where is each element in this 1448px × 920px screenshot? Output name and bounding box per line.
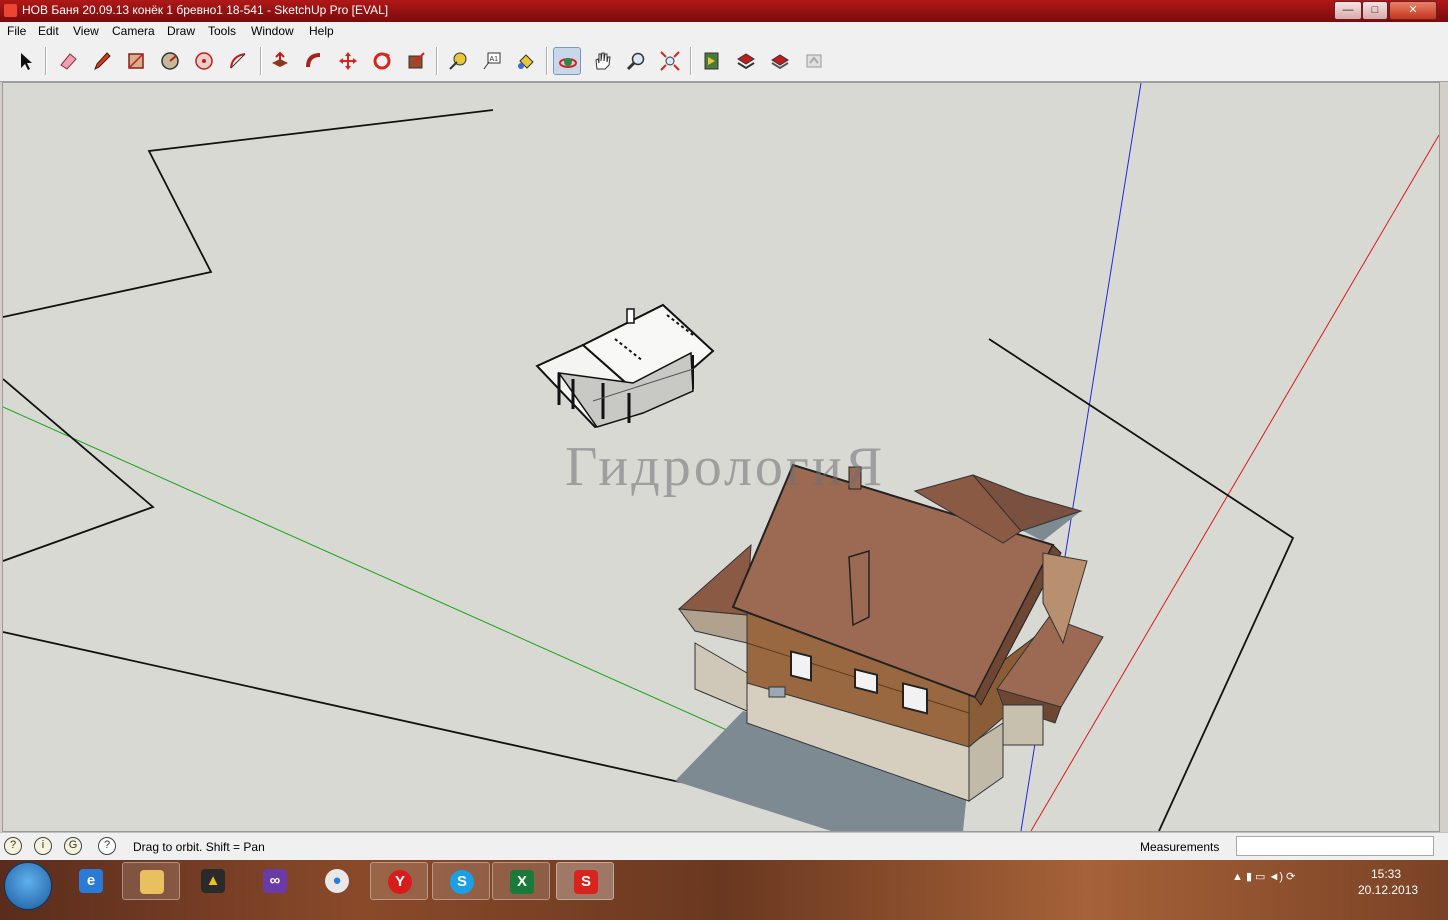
skype-icon[interactable]: S: [432, 862, 490, 900]
model-viewport[interactable]: ГидрологиЯ: [2, 82, 1440, 832]
watermark-logo: ГидрологиЯ: [565, 436, 886, 498]
chrome-icon[interactable]: ●: [308, 862, 366, 900]
polygon-tool-icon[interactable]: [224, 47, 252, 75]
scale-tool-icon[interactable]: [402, 47, 430, 75]
text-tool-icon[interactable]: A1: [478, 47, 506, 75]
select-tool-icon[interactable]: [12, 47, 40, 75]
boundary-line-left: [3, 378, 155, 562]
share-model-icon[interactable]: [800, 47, 828, 75]
pan-tool-icon[interactable]: [588, 47, 616, 75]
menu-file[interactable]: File: [7, 24, 26, 38]
menu-bar: File Edit View Camera Draw Tools Window …: [0, 22, 1448, 41]
maximize-button[interactable]: □: [1362, 1, 1388, 20]
zoom-tool-icon[interactable]: [622, 47, 650, 75]
help-icon[interactable]: ?: [98, 837, 116, 855]
clock[interactable]: 15:33 20.12.2013: [1358, 866, 1419, 898]
minimize-button[interactable]: —: [1334, 1, 1362, 20]
previous-view-icon[interactable]: [698, 47, 726, 75]
ie-icon[interactable]: e: [62, 862, 120, 900]
windows-taskbar: e ▲ ∞ ● Y S X S ▲ ▮ ▭ ◄) ⟳ 15:33 20.12.2…: [0, 860, 1448, 920]
excel-icon[interactable]: X: [492, 862, 550, 900]
status-bar: ? i G ? Drag to orbit. Shift = Pan Measu…: [0, 832, 1448, 861]
move-tool-icon[interactable]: [334, 47, 362, 75]
menu-edit[interactable]: Edit: [38, 24, 59, 38]
pencil-tool-icon[interactable]: [88, 47, 116, 75]
sketchup-icon[interactable]: S: [556, 862, 614, 900]
menu-view[interactable]: View: [73, 24, 99, 38]
warehouse-icon[interactable]: [766, 47, 794, 75]
circle-tool-icon[interactable]: [156, 47, 184, 75]
user-icon[interactable]: G: [64, 837, 82, 855]
window-title: НОВ Баня 20.09.13 конёк 1 бревно1 18-541…: [22, 3, 389, 17]
credits-icon[interactable]: i: [34, 837, 52, 855]
menu-camera[interactable]: Camera: [112, 24, 155, 38]
follow-me-tool-icon[interactable]: [300, 47, 328, 75]
start-button[interactable]: [4, 862, 52, 910]
visual-studio-icon[interactable]: ∞: [246, 862, 304, 900]
rotate-tool-icon[interactable]: [368, 47, 396, 75]
push-pull-tool-icon[interactable]: [266, 47, 294, 75]
measurements-input[interactable]: [1236, 836, 1434, 856]
menu-tools[interactable]: Tools: [208, 24, 236, 38]
paint-bucket-icon[interactable]: [512, 47, 540, 75]
clock-date: 20.12.2013: [1358, 883, 1419, 897]
explorer-icon[interactable]: [122, 862, 180, 900]
eraser-tool-icon[interactable]: [54, 47, 82, 75]
boundary-line-top: [3, 109, 494, 318]
clock-time: 15:33: [1370, 867, 1402, 881]
system-tray[interactable]: ▲ ▮ ▭ ◄) ⟳: [1232, 870, 1295, 883]
sketchup-app-icon: [4, 4, 17, 17]
red-axis: [1030, 134, 1439, 831]
arc-tool-icon[interactable]: [190, 47, 218, 75]
menu-window[interactable]: Window: [251, 24, 294, 38]
main-toolbar: A1: [0, 41, 1448, 82]
archicad-icon[interactable]: ▲: [184, 862, 242, 900]
menu-draw[interactable]: Draw: [167, 24, 195, 38]
title-bar: НОВ Баня 20.09.13 конёк 1 бревно1 18-541…: [0, 0, 1448, 22]
tape-measure-icon[interactable]: [444, 47, 472, 75]
measurements-label: Measurements: [1140, 840, 1220, 854]
close-button[interactable]: ✕: [1389, 1, 1437, 20]
menu-help[interactable]: Help: [309, 24, 334, 38]
svg-text:A1: A1: [490, 56, 499, 63]
orbit-tool-icon[interactable]: [553, 47, 581, 75]
yandex-icon[interactable]: Y: [370, 862, 428, 900]
next-view-icon[interactable]: [732, 47, 760, 75]
bathhouse-model: [535, 303, 715, 429]
zoom-extents-icon[interactable]: [656, 47, 684, 75]
rectangle-tool-icon[interactable]: [122, 47, 150, 75]
status-message: Drag to orbit. Shift = Pan: [133, 840, 265, 854]
geo-location-icon[interactable]: ?: [4, 837, 22, 855]
